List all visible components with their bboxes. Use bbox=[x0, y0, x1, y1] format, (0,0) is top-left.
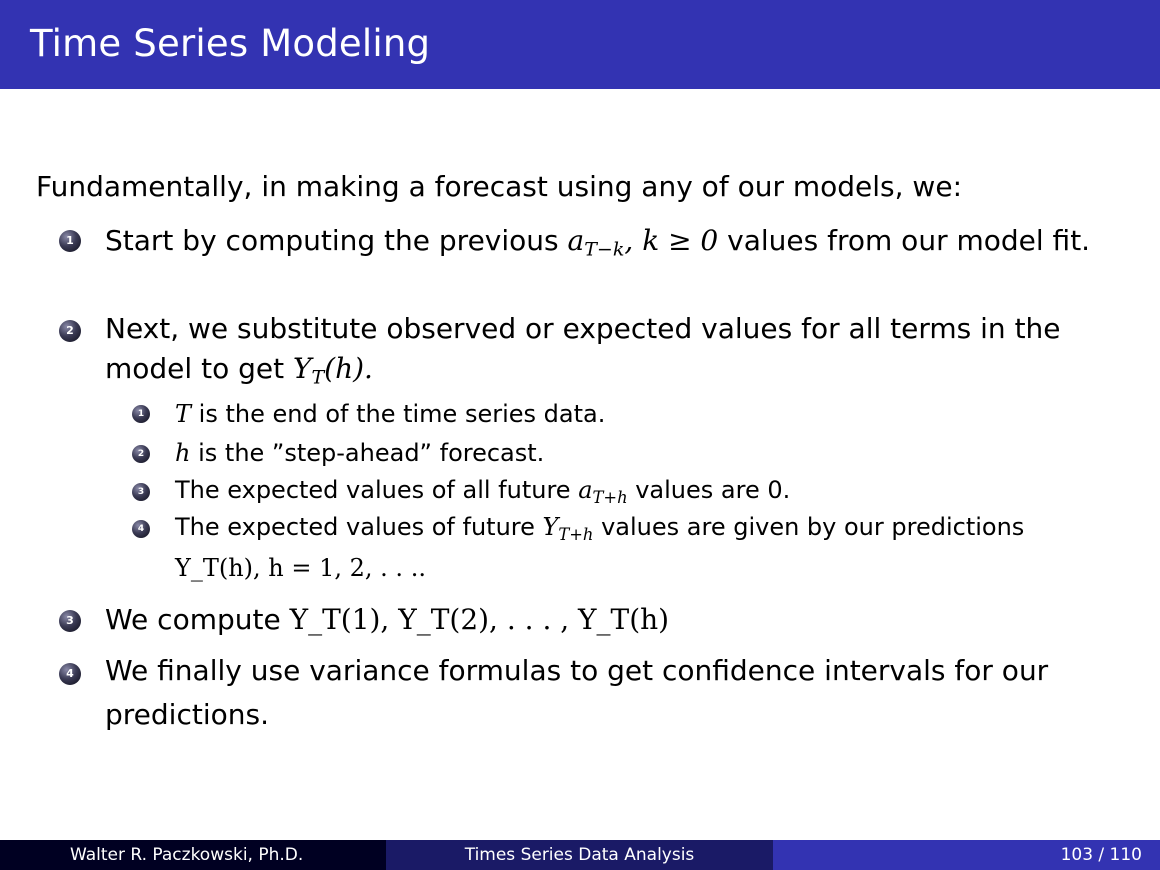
math-subscript: T bbox=[311, 366, 325, 389]
math-var: a bbox=[567, 224, 585, 257]
subitem-number-badge: 4 bbox=[132, 520, 150, 538]
math-var: Y bbox=[542, 513, 559, 541]
math-var: h bbox=[175, 439, 191, 467]
subitem-text-end: values are given by our predictions bbox=[601, 513, 1025, 541]
intro-text: Fundamentally, in making a forecast usin… bbox=[36, 170, 962, 203]
item-number-badge: 3 bbox=[59, 610, 81, 632]
math-line: Y_T(h), h = 1, 2, . . .. bbox=[175, 554, 426, 582]
footer-author-section: Walter R. Paczkowski, Ph.D. bbox=[0, 840, 386, 870]
item-text-end: values from our model fit. bbox=[727, 224, 1091, 257]
math-expression: (h). bbox=[324, 352, 373, 385]
page-number: 103 / 110 bbox=[1060, 845, 1142, 865]
subitem-number-badge: 3 bbox=[132, 483, 150, 501]
math-var: Y bbox=[292, 352, 312, 385]
item-text: We finally use variance formulas to get … bbox=[105, 654, 1049, 731]
footer-course-title: Times Series Data Analysis bbox=[464, 845, 695, 865]
footer-title-section: Times Series Data Analysis bbox=[386, 840, 773, 870]
item-number-badge: 1 bbox=[59, 230, 81, 252]
subitem-text-end: values are 0. bbox=[635, 476, 791, 504]
math-expression: , k ≥ 0 bbox=[624, 224, 719, 257]
math-subscript: T−k bbox=[584, 238, 625, 261]
footer: Walter R. Paczkowski, Ph.D. Times Series… bbox=[0, 840, 1160, 870]
subitem-text-start: The expected values of future bbox=[175, 513, 535, 541]
math-expression: Y_T(1), Y_T(2), . . . , Y_T(h) bbox=[289, 603, 670, 636]
slide-content: Fundamentally, in making a forecast usin… bbox=[0, 0, 1160, 840]
footer-author: Walter R. Paczkowski, Ph.D. bbox=[70, 845, 304, 865]
item-text: Next, we substitute observed or expected… bbox=[105, 312, 1061, 385]
item-number-badge: 2 bbox=[59, 320, 81, 342]
item-number-badge: 4 bbox=[59, 663, 81, 685]
subitem-number-badge: 2 bbox=[132, 445, 150, 463]
math-subscript: T+h bbox=[592, 487, 628, 507]
subitem-text: is the end of the time series data. bbox=[198, 400, 606, 428]
subitem-text-start: The expected values of all future bbox=[175, 476, 571, 504]
subitem-text: is the ”step-ahead” forecast. bbox=[198, 439, 545, 467]
footer-page-section: 103 / 110 bbox=[773, 840, 1160, 870]
math-subscript: T+h bbox=[558, 524, 594, 544]
math-var: a bbox=[578, 476, 593, 504]
item-text-start: Start by computing the previous bbox=[105, 224, 559, 257]
item-text: We compute bbox=[105, 603, 281, 636]
subitem-number-badge: 1 bbox=[132, 405, 150, 423]
math-var: T bbox=[175, 400, 192, 428]
